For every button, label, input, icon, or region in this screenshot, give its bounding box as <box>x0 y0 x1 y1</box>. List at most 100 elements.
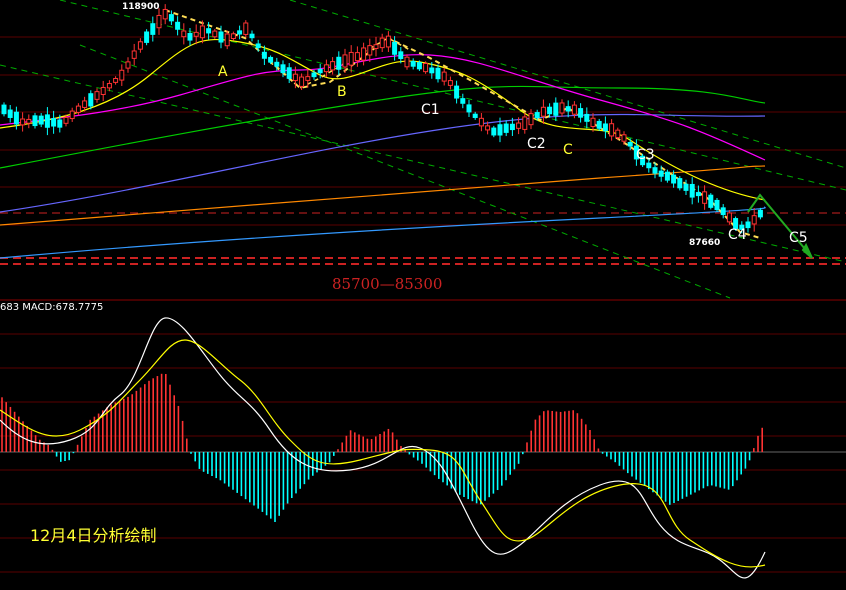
candle-body <box>578 108 584 118</box>
candle-body <box>646 162 652 169</box>
candle-body <box>156 14 162 29</box>
candle-body <box>367 45 373 56</box>
price-label-low: 87660 <box>689 238 721 248</box>
candle-body <box>429 67 435 74</box>
candle-body <box>652 167 658 174</box>
candle-body <box>342 54 348 68</box>
candle-body <box>330 61 336 71</box>
candle-body <box>683 183 689 191</box>
candle-body <box>125 61 131 69</box>
candle-body <box>528 113 534 126</box>
candle-body <box>602 123 608 132</box>
candle-body <box>664 171 670 181</box>
candle-body <box>441 71 447 82</box>
candle-body <box>726 212 732 223</box>
candle-body <box>435 67 441 80</box>
candle-body <box>206 28 212 34</box>
candle-body <box>88 93 94 107</box>
candle-body <box>627 142 633 147</box>
candle-body <box>32 115 38 127</box>
candle-body <box>609 123 615 137</box>
candle-body <box>460 98 466 104</box>
candle-body <box>559 102 565 114</box>
candle-body <box>63 116 69 124</box>
candle-body <box>423 63 429 73</box>
candle-body <box>503 123 509 133</box>
candle-body <box>137 41 143 50</box>
candle-body <box>249 33 255 39</box>
price-chart <box>0 0 846 579</box>
candle-body <box>447 80 453 86</box>
candle-body <box>187 33 193 41</box>
candle-body <box>57 119 63 128</box>
candle-body <box>237 30 243 35</box>
candle-body <box>720 207 726 216</box>
candle-body <box>596 120 602 129</box>
candle-body <box>286 67 292 79</box>
candle-body <box>193 31 199 37</box>
wave-label-c: C <box>563 142 573 158</box>
price-label-high: 118900 <box>122 2 160 12</box>
candle-body <box>497 124 503 136</box>
candle-body <box>336 56 342 70</box>
candle-body <box>162 8 168 20</box>
candle-body <box>677 178 683 189</box>
candle-body <box>392 41 398 55</box>
candle-body <box>472 113 478 118</box>
candle-body <box>299 76 305 87</box>
candle-body <box>373 44 379 49</box>
candle-body <box>491 127 497 136</box>
macd-indicator-label: 683 MACD:678.7775 <box>0 302 104 313</box>
candle-body <box>119 69 125 81</box>
candle-body <box>75 105 81 113</box>
candle-body <box>565 106 571 112</box>
candle-body <box>404 56 410 68</box>
candle-body <box>230 33 236 40</box>
candle-body <box>94 91 100 100</box>
candle-body <box>584 113 590 122</box>
ma-orange-line <box>0 165 766 226</box>
candle-body <box>218 31 224 43</box>
wave-label-c2: C2 <box>527 136 546 152</box>
candle-body <box>261 51 267 59</box>
wave-label-a: A <box>218 64 228 80</box>
candle-body <box>7 109 13 118</box>
candle-body <box>714 199 720 211</box>
projection-arrow <box>747 193 813 259</box>
candle-body <box>1 104 7 115</box>
candle-body <box>144 31 150 43</box>
candle-body <box>44 114 50 128</box>
candle-body <box>410 61 416 67</box>
trend-channel <box>0 0 846 299</box>
candle-body <box>398 51 404 60</box>
wave-label-c3: C3 <box>636 147 655 163</box>
candle-body <box>69 110 75 120</box>
candle-body <box>100 86 106 95</box>
candle-body <box>255 43 261 49</box>
candle-body <box>547 106 553 115</box>
candle-body <box>702 191 708 204</box>
candle-body <box>757 209 763 218</box>
candle-body <box>534 112 540 119</box>
wave-label-b: B <box>337 84 347 100</box>
analysis-date-note: 12月4日分析绘制 <box>30 526 157 545</box>
candle-body <box>695 192 701 197</box>
candle-body <box>82 100 88 108</box>
candle-body <box>181 30 187 38</box>
candle-body <box>454 85 460 99</box>
candle-body <box>292 73 298 82</box>
candle-body <box>317 68 323 74</box>
candle-body <box>485 125 491 131</box>
wave-label-c4: C4 <box>728 227 747 243</box>
candle-body <box>13 111 19 125</box>
candle-body <box>590 117 596 128</box>
candle-body <box>671 174 677 184</box>
candle-body <box>522 116 528 130</box>
ma-blue-line <box>0 206 766 259</box>
candle-body <box>361 47 367 61</box>
candlesticks <box>1 4 763 234</box>
candle-body <box>224 33 230 47</box>
candle-body <box>106 83 112 89</box>
wave-path <box>164 9 761 239</box>
candle-body <box>385 35 391 48</box>
